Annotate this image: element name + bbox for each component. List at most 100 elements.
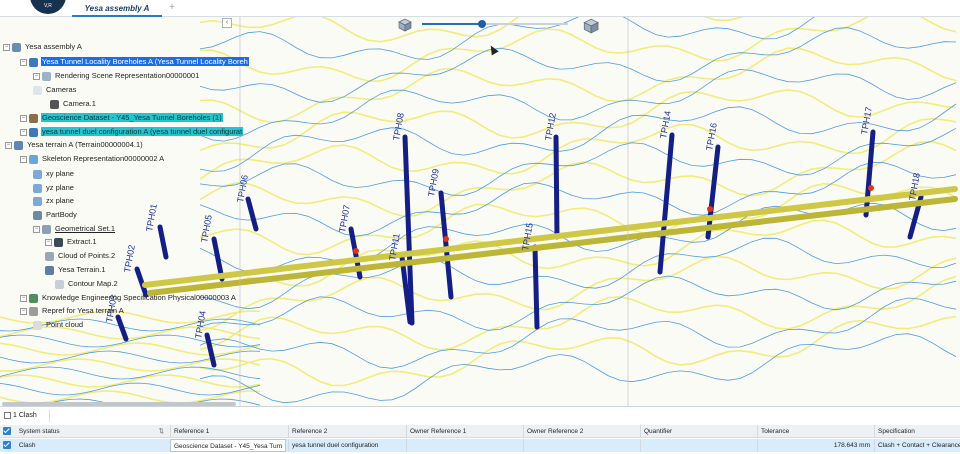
expand-toggle-icon[interactable]: − — [3, 43, 10, 51]
tree-node[interactable]: Point cloud — [33, 319, 84, 331]
tree-node[interactable]: PartBody — [33, 209, 78, 221]
clash-tab-label: 1 Clash — [13, 412, 37, 419]
3d-viewport[interactable]: TPH01 TPH02 TPH03 TPH04 TPH05 TPH06 TPH07 TPH08… — [0, 17, 960, 406]
tree-node-label: yesa tunnel duel configuration A (yesa t… — [41, 127, 244, 137]
logo-text: V,R — [44, 3, 52, 9]
tree-node[interactable]: − Yesa assembly A — [3, 41, 83, 53]
borehole-tph06 — [245, 196, 259, 232]
tree-node[interactable]: zx plane — [33, 195, 75, 207]
borehole-tph16 — [705, 144, 721, 240]
contour-line — [199, 127, 957, 196]
contour-line — [0, 334, 261, 348]
clash-tab[interactable]: 1 Clash — [0, 410, 50, 422]
document-tab[interactable]: Yesa assembly A — [72, 2, 162, 17]
borehole-tph14 — [657, 132, 675, 275]
tree-node[interactable]: Contour Map.2 — [55, 278, 119, 290]
tree-node[interactable]: Yesa Terrain.1 — [45, 264, 107, 276]
header-quantifier[interactable]: Quantifier — [640, 425, 756, 438]
tree-node-label: PartBody — [46, 210, 77, 220]
partbody-icon — [33, 210, 42, 220]
knowledge-icon — [29, 293, 38, 303]
header-owner-reference-1[interactable]: Owner Reference 1 — [406, 425, 522, 438]
cell-reference-1[interactable]: Geoscience Dataset - Y45_Yesa Turn — [170, 439, 286, 452]
contour-line — [199, 161, 957, 237]
row-checkbox[interactable] — [3, 441, 11, 450]
cell-quantifier[interactable] — [640, 439, 756, 452]
tree-node[interactable]: Camera.1 — [50, 98, 97, 110]
contour-line — [199, 89, 957, 152]
tree-node[interactable]: − Yesa Tunnel Locality Boreholes A (Yesa … — [20, 56, 249, 68]
view-slider[interactable] — [396, 17, 602, 35]
tree-node[interactable]: − Yesa terrain A (Terrain00000004.1) — [5, 139, 144, 151]
select-all-checkbox[interactable] — [3, 427, 11, 436]
points-icon — [45, 251, 54, 261]
expand-toggle-icon[interactable]: − — [20, 155, 27, 163]
tree-node[interactable]: yz plane — [33, 182, 75, 194]
tree-collapse-button[interactable]: ‹ — [222, 18, 232, 28]
expand-toggle-icon[interactable]: − — [20, 128, 27, 136]
contour-line — [199, 47, 957, 124]
contour-line — [0, 374, 261, 388]
borehole-tph12 — [553, 134, 560, 240]
expand-toggle-icon[interactable]: − — [20, 114, 27, 122]
cube-small-icon — [398, 18, 412, 32]
cell-tolerance[interactable]: 178.643 mm — [757, 439, 873, 452]
tree-node[interactable]: − Geometrical Set.1 — [33, 223, 116, 235]
expand-toggle-icon[interactable]: − — [33, 225, 40, 233]
tree-node-label: Geometrical Set.1 — [55, 224, 116, 234]
tree-node[interactable]: − Skeleton Representation00000002 A — [20, 153, 165, 165]
tree-node[interactable]: Cloud of Points.2 — [45, 250, 116, 262]
tree-node-label: Yesa Terrain.1 — [58, 265, 106, 275]
dataset-icon — [29, 113, 38, 123]
expand-toggle-icon[interactable]: − — [45, 238, 52, 246]
expand-toggle-icon[interactable]: − — [20, 58, 27, 66]
tree-node-label: Rendering Scene Representation00000001 — [55, 71, 200, 81]
header-owner-reference-2[interactable]: Owner Reference 2 — [523, 425, 639, 438]
tree-node[interactable]: − Geoscience Dataset - Y45_Yesa Tunnel Bo… — [20, 112, 223, 124]
expand-toggle-icon[interactable]: − — [5, 141, 12, 149]
plane-icon — [33, 183, 42, 193]
compass-logo[interactable]: V,R — [30, 0, 66, 14]
tree-node[interactable]: − Extract.1 — [45, 236, 98, 248]
sort-icon[interactable]: ⇅ — [159, 425, 164, 438]
tree-node[interactable]: − Rendering Scene Representation00000001 — [33, 70, 200, 82]
tree-node-label: Point cloud — [46, 320, 84, 330]
borehole-tph03 — [115, 314, 129, 342]
tree-node[interactable]: Cameras — [33, 84, 77, 96]
tree-node-label: Repref for Yesa terrain A — [42, 306, 124, 316]
tree-node[interactable]: − Repref for Yesa terrain A — [20, 305, 125, 317]
add-tab-button[interactable]: + — [166, 2, 178, 14]
header-system-status[interactable]: System status ⇅ — [0, 425, 168, 438]
tree-node-label: Extract.1 — [67, 237, 97, 247]
tree-node-label: Yesa assembly A — [25, 42, 82, 52]
cell-owner-reference-2[interactable] — [523, 439, 639, 452]
cell-system-status[interactable]: Clash — [0, 439, 168, 452]
cell-reference-2[interactable]: yesa tunnel duel configuration — [288, 439, 404, 452]
expand-toggle-icon[interactable]: − — [33, 72, 40, 80]
cell-owner-reference-1[interactable] — [406, 439, 522, 452]
cube-large-icon — [583, 18, 599, 34]
tree-node[interactable]: − Knowledge Engineering Specification Phy… — [20, 292, 237, 304]
clash-tab-icon — [4, 411, 11, 419]
repref-icon — [29, 306, 38, 316]
tree-node[interactable]: xy plane — [33, 168, 75, 180]
clash-marker — [353, 248, 359, 254]
table-row[interactable]: Clash Geoscience Dataset - Y45_Yesa Turn… — [0, 439, 960, 452]
table-header-row: System status ⇅ Reference 1 Reference 2 … — [0, 425, 960, 438]
tree-node-label: Cameras — [46, 85, 77, 95]
header-reference-1[interactable]: Reference 1 — [170, 425, 286, 438]
borehole-tph01 — [157, 224, 169, 260]
folder-icon — [33, 85, 42, 95]
header-specification[interactable]: Specification — [874, 425, 960, 438]
header-tolerance[interactable]: Tolerance — [757, 425, 873, 438]
cell-specification[interactable]: Clash + Contact + Clearance — [874, 439, 960, 452]
tree-node-label: yz plane — [46, 183, 74, 193]
clash-marker — [707, 206, 713, 212]
slider-knob[interactable] — [478, 20, 486, 28]
plane-icon — [33, 169, 42, 179]
expand-toggle-icon[interactable]: − — [20, 294, 27, 302]
expand-toggle-icon[interactable]: − — [20, 307, 27, 315]
tree-node[interactable]: − yesa tunnel duel configuration A (yesa … — [20, 126, 244, 138]
borehole-tph09 — [438, 190, 454, 300]
header-reference-2[interactable]: Reference 2 — [288, 425, 404, 438]
